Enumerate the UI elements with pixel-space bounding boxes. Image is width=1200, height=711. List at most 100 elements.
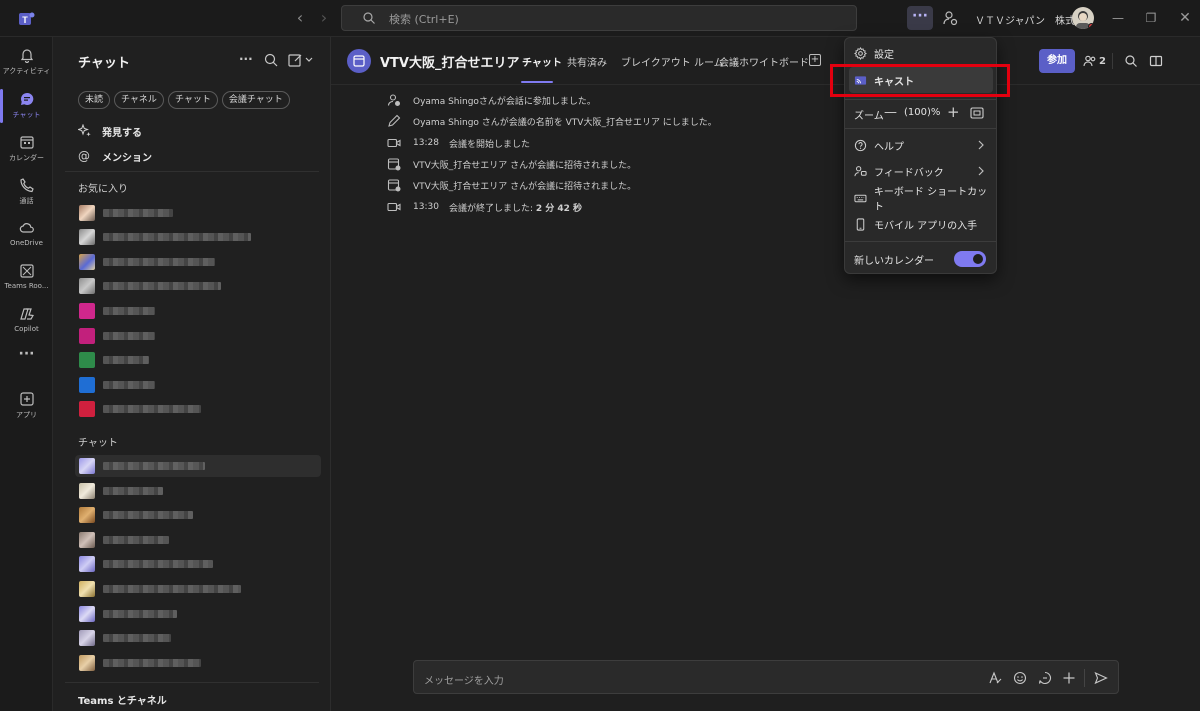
title-bar: T ‹ › 検索 (Ctrl+E) ··· ＶＴＶジャパン 株式... — ❐ … <box>0 0 1200 37</box>
list-item[interactable] <box>75 202 321 224</box>
menu-item-help[interactable]: ヘルプ <box>845 132 996 158</box>
list-item[interactable] <box>75 652 321 674</box>
appbar-activity[interactable]: アクティビティ <box>0 41 53 85</box>
appbar-apps[interactable]: アプリ <box>0 385 53 429</box>
tab-breakout-rooms[interactable]: ブレイクアウト ルーム <box>621 54 724 69</box>
app-bar: アクティビティ チャット カレンダー 通話 OneDrive Teams Roo… <box>0 37 53 711</box>
format-icon[interactable] <box>988 671 1002 685</box>
zoom-control: ズーム — (100)% + <box>845 100 996 126</box>
join-button[interactable]: 参加 <box>1039 49 1075 73</box>
list-item[interactable] <box>75 603 321 625</box>
search-icon[interactable] <box>263 52 279 68</box>
back-icon[interactable]: ‹ <box>290 9 310 29</box>
appbar-calls[interactable]: 通話 <box>0 171 53 215</box>
divider <box>331 84 1200 85</box>
tab-shared[interactable]: 共有済み <box>567 54 607 69</box>
calendar-invite-icon <box>387 158 401 171</box>
list-item[interactable] <box>75 374 321 396</box>
menu-item-keyboard-shortcuts[interactable]: キーボード ショートカット <box>845 185 996 213</box>
list-item[interactable] <box>75 300 321 322</box>
event-item: VTV大阪_打合せエリア さんが会議に招待されました。 <box>387 177 636 193</box>
avatar <box>79 507 95 523</box>
restore-icon[interactable]: ❐ <box>1142 10 1160 28</box>
menu-item-mobile-app[interactable]: モバイル アプリの入手 <box>845 211 996 237</box>
avatar <box>79 328 95 344</box>
fullscreen-icon[interactable] <box>970 107 984 119</box>
forward-icon[interactable]: › <box>314 9 334 29</box>
appbar-onedrive[interactable]: OneDrive <box>0 214 53 258</box>
menu-item-feedback[interactable]: フィードバック <box>845 158 996 184</box>
video-icon <box>387 202 401 212</box>
help-icon <box>854 139 867 151</box>
appbar-calendar[interactable]: カレンダー <box>0 128 53 172</box>
minimize-icon[interactable]: — <box>1109 10 1127 28</box>
keyboard-icon <box>854 194 867 202</box>
chats-header[interactable]: チャット <box>78 434 118 449</box>
zoom-in-button[interactable]: + <box>947 103 960 121</box>
divider <box>1084 669 1085 687</box>
bell-icon <box>20 49 33 63</box>
chat-pane-title: チャット <box>78 56 130 71</box>
teams-and-channels-header[interactable]: Teams とチャネル <box>78 692 167 707</box>
favorites-header[interactable]: お気に入り <box>78 180 128 195</box>
message-composer[interactable]: メッセージを入力 <box>413 660 1119 694</box>
list-item[interactable] <box>75 578 321 600</box>
appbar-chat[interactable]: チャット <box>0 85 53 129</box>
appbar-teams-rooms[interactable]: Teams Roo... <box>0 257 53 301</box>
list-item[interactable] <box>75 627 321 649</box>
person-settings-icon[interactable] <box>941 9 959 27</box>
loop-icon[interactable] <box>1038 671 1052 685</box>
appbar-more-button[interactable]: ··· <box>0 345 53 369</box>
emoji-icon[interactable] <box>1013 671 1027 685</box>
filter-channels[interactable]: チャネル <box>114 91 164 109</box>
tab-chat[interactable]: チャット <box>522 54 562 69</box>
avatar <box>79 205 95 221</box>
list-item[interactable] <box>75 349 321 371</box>
avatar[interactable] <box>1072 7 1094 29</box>
active-tab-indicator <box>521 81 553 83</box>
list-item[interactable] <box>75 504 321 526</box>
list-item[interactable] <box>75 480 321 502</box>
filter-unread[interactable]: 未読 <box>78 91 111 109</box>
list-item[interactable] <box>75 275 321 297</box>
filter-meeting-chats[interactable]: 会議チャット <box>221 91 290 109</box>
zoom-label: ズーム <box>854 111 884 122</box>
event-item: 13:30 会議が終了しました: 2 分 42 秒 <box>387 199 582 215</box>
add-icon[interactable] <box>1062 671 1076 685</box>
cloud-icon <box>19 223 34 233</box>
new-chat-icon[interactable] <box>288 52 316 68</box>
send-icon[interactable] <box>1094 671 1108 685</box>
feedback-icon <box>854 165 867 176</box>
more-options-button[interactable]: ··· <box>907 6 933 30</box>
list-item[interactable] <box>75 251 321 273</box>
avatar <box>79 229 95 245</box>
close-icon[interactable]: ✕ <box>1176 10 1194 28</box>
contact-name-blurred <box>103 307 155 315</box>
tab-whiteboard[interactable]: 会議ホワイトボード <box>719 54 809 69</box>
appbar-label: チャット <box>12 111 41 119</box>
add-tab-button[interactable]: + <box>809 54 821 66</box>
participants-button[interactable]: 2 <box>1083 53 1106 69</box>
list-item[interactable] <box>75 455 321 477</box>
zoom-out-button[interactable]: — <box>884 105 897 120</box>
pop-out-icon[interactable] <box>1149 54 1163 68</box>
list-item[interactable] <box>75 226 321 248</box>
list-item[interactable] <box>75 553 321 575</box>
discover-item[interactable]: 発見する <box>78 121 142 141</box>
more-icon[interactable]: ··· <box>239 52 255 68</box>
list-item[interactable] <box>75 529 321 551</box>
new-calendar-toggle[interactable] <box>954 251 986 267</box>
org-name[interactable]: ＶＴＶジャパン 株式... <box>975 12 1085 27</box>
event-time: 13:30 <box>413 202 439 212</box>
mentions-item[interactable]: @ メンション <box>78 146 152 166</box>
menu-item-label: フィードバック <box>874 167 944 179</box>
appbar-copilot[interactable]: Copilot <box>0 300 53 344</box>
filter-chats[interactable]: チャット <box>167 91 218 109</box>
menu-item-cast[interactable]: キャスト <box>849 67 993 93</box>
list-item[interactable] <box>75 398 321 420</box>
list-item[interactable] <box>75 325 321 347</box>
search-icon[interactable] <box>1124 54 1138 68</box>
search-input[interactable]: 検索 (Ctrl+E) <box>341 5 857 31</box>
menu-item-settings[interactable]: 設定 <box>845 40 996 66</box>
contact-name-blurred <box>103 282 221 290</box>
